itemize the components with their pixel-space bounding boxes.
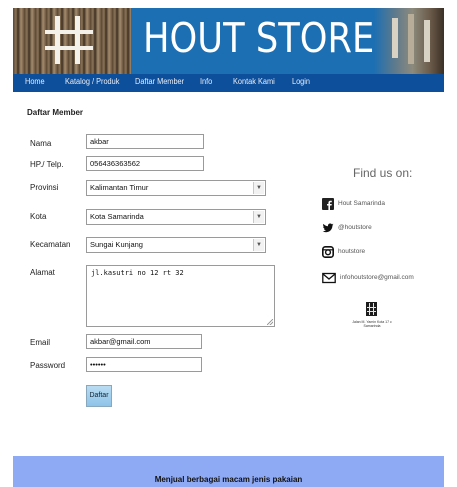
nama-label: Nama (30, 139, 52, 148)
provinsi-value: Kalimantan Timur (90, 183, 149, 192)
hout-logo-small-icon (366, 302, 377, 316)
nav-daftar-member[interactable]: Daftar Member (135, 77, 184, 86)
email-icon (322, 272, 336, 284)
kecamatan-select[interactable]: Sungai Kunjang ▼ (86, 237, 266, 253)
hp-label: HP./ Telp. (30, 160, 64, 169)
header-banner: HOUT STORE (13, 8, 444, 74)
form-title: Daftar Member (27, 108, 84, 117)
hout-logo-icon (45, 16, 93, 64)
provinsi-label: Provinsi (30, 183, 59, 192)
email-label: Email (30, 338, 51, 347)
footer-text: Menjual berbagai macam jenis pakaian (154, 475, 303, 484)
twitter-text: @houtstore (338, 224, 372, 231)
chevron-down-icon[interactable]: ▼ (253, 182, 264, 194)
nama-input[interactable]: akbar (86, 134, 204, 149)
password-label: Password (30, 361, 66, 370)
alamat-textarea[interactable]: jl.kasutri no 12 rt 32 (86, 265, 275, 327)
instagram-text: houtstore (338, 248, 366, 255)
main-nav: Home Katalog / Produk Daftar Member Info… (13, 74, 444, 92)
kota-value: Kota Samarinda (90, 212, 144, 221)
email-input[interactable]: akbar@gmail.com (86, 334, 202, 349)
kota-select[interactable]: Kota Samarinda ▼ (86, 209, 266, 225)
kota-label: Kota (30, 212, 47, 221)
site-title: HOUT STORE (143, 14, 375, 62)
nav-info[interactable]: Info (200, 77, 212, 86)
kecamatan-label: Kecamatan (30, 240, 71, 249)
twitter-icon (322, 223, 334, 233)
hp-input[interactable]: 056436363562 (86, 156, 204, 171)
nav-katalog[interactable]: Katalog / Produk (65, 77, 119, 86)
chevron-down-icon[interactable]: ▼ (253, 211, 264, 223)
nav-home[interactable]: Home (25, 77, 45, 86)
password-input[interactable]: •••••• (86, 357, 202, 372)
email-text: infohoutstore@gmail.com (340, 274, 414, 281)
chevron-down-icon[interactable]: ▼ (253, 239, 264, 251)
footer: Menjual berbagai macam jenis pakaian (13, 456, 444, 487)
alamat-value: jl.kasutri no 12 rt 32 (91, 269, 184, 277)
store-address: Jalan M. Yamin Kota 17 c Samarinda (352, 320, 392, 328)
store-photo (374, 8, 444, 74)
kecamatan-value: Sungai Kunjang (90, 240, 143, 249)
daftar-button[interactable]: Daftar (86, 385, 112, 407)
instagram-icon (322, 246, 334, 258)
find-us-heading: Find us on: (353, 166, 413, 180)
nav-kontak-kami[interactable]: Kontak Kami (233, 77, 275, 86)
provinsi-select[interactable]: Kalimantan Timur ▼ (86, 180, 266, 196)
facebook-icon (322, 198, 334, 210)
nav-login[interactable]: Login (292, 77, 310, 86)
facebook-text: Hout Samarinda (338, 200, 385, 207)
alamat-label: Alamat (30, 268, 55, 277)
resize-handle-icon[interactable] (267, 319, 273, 325)
